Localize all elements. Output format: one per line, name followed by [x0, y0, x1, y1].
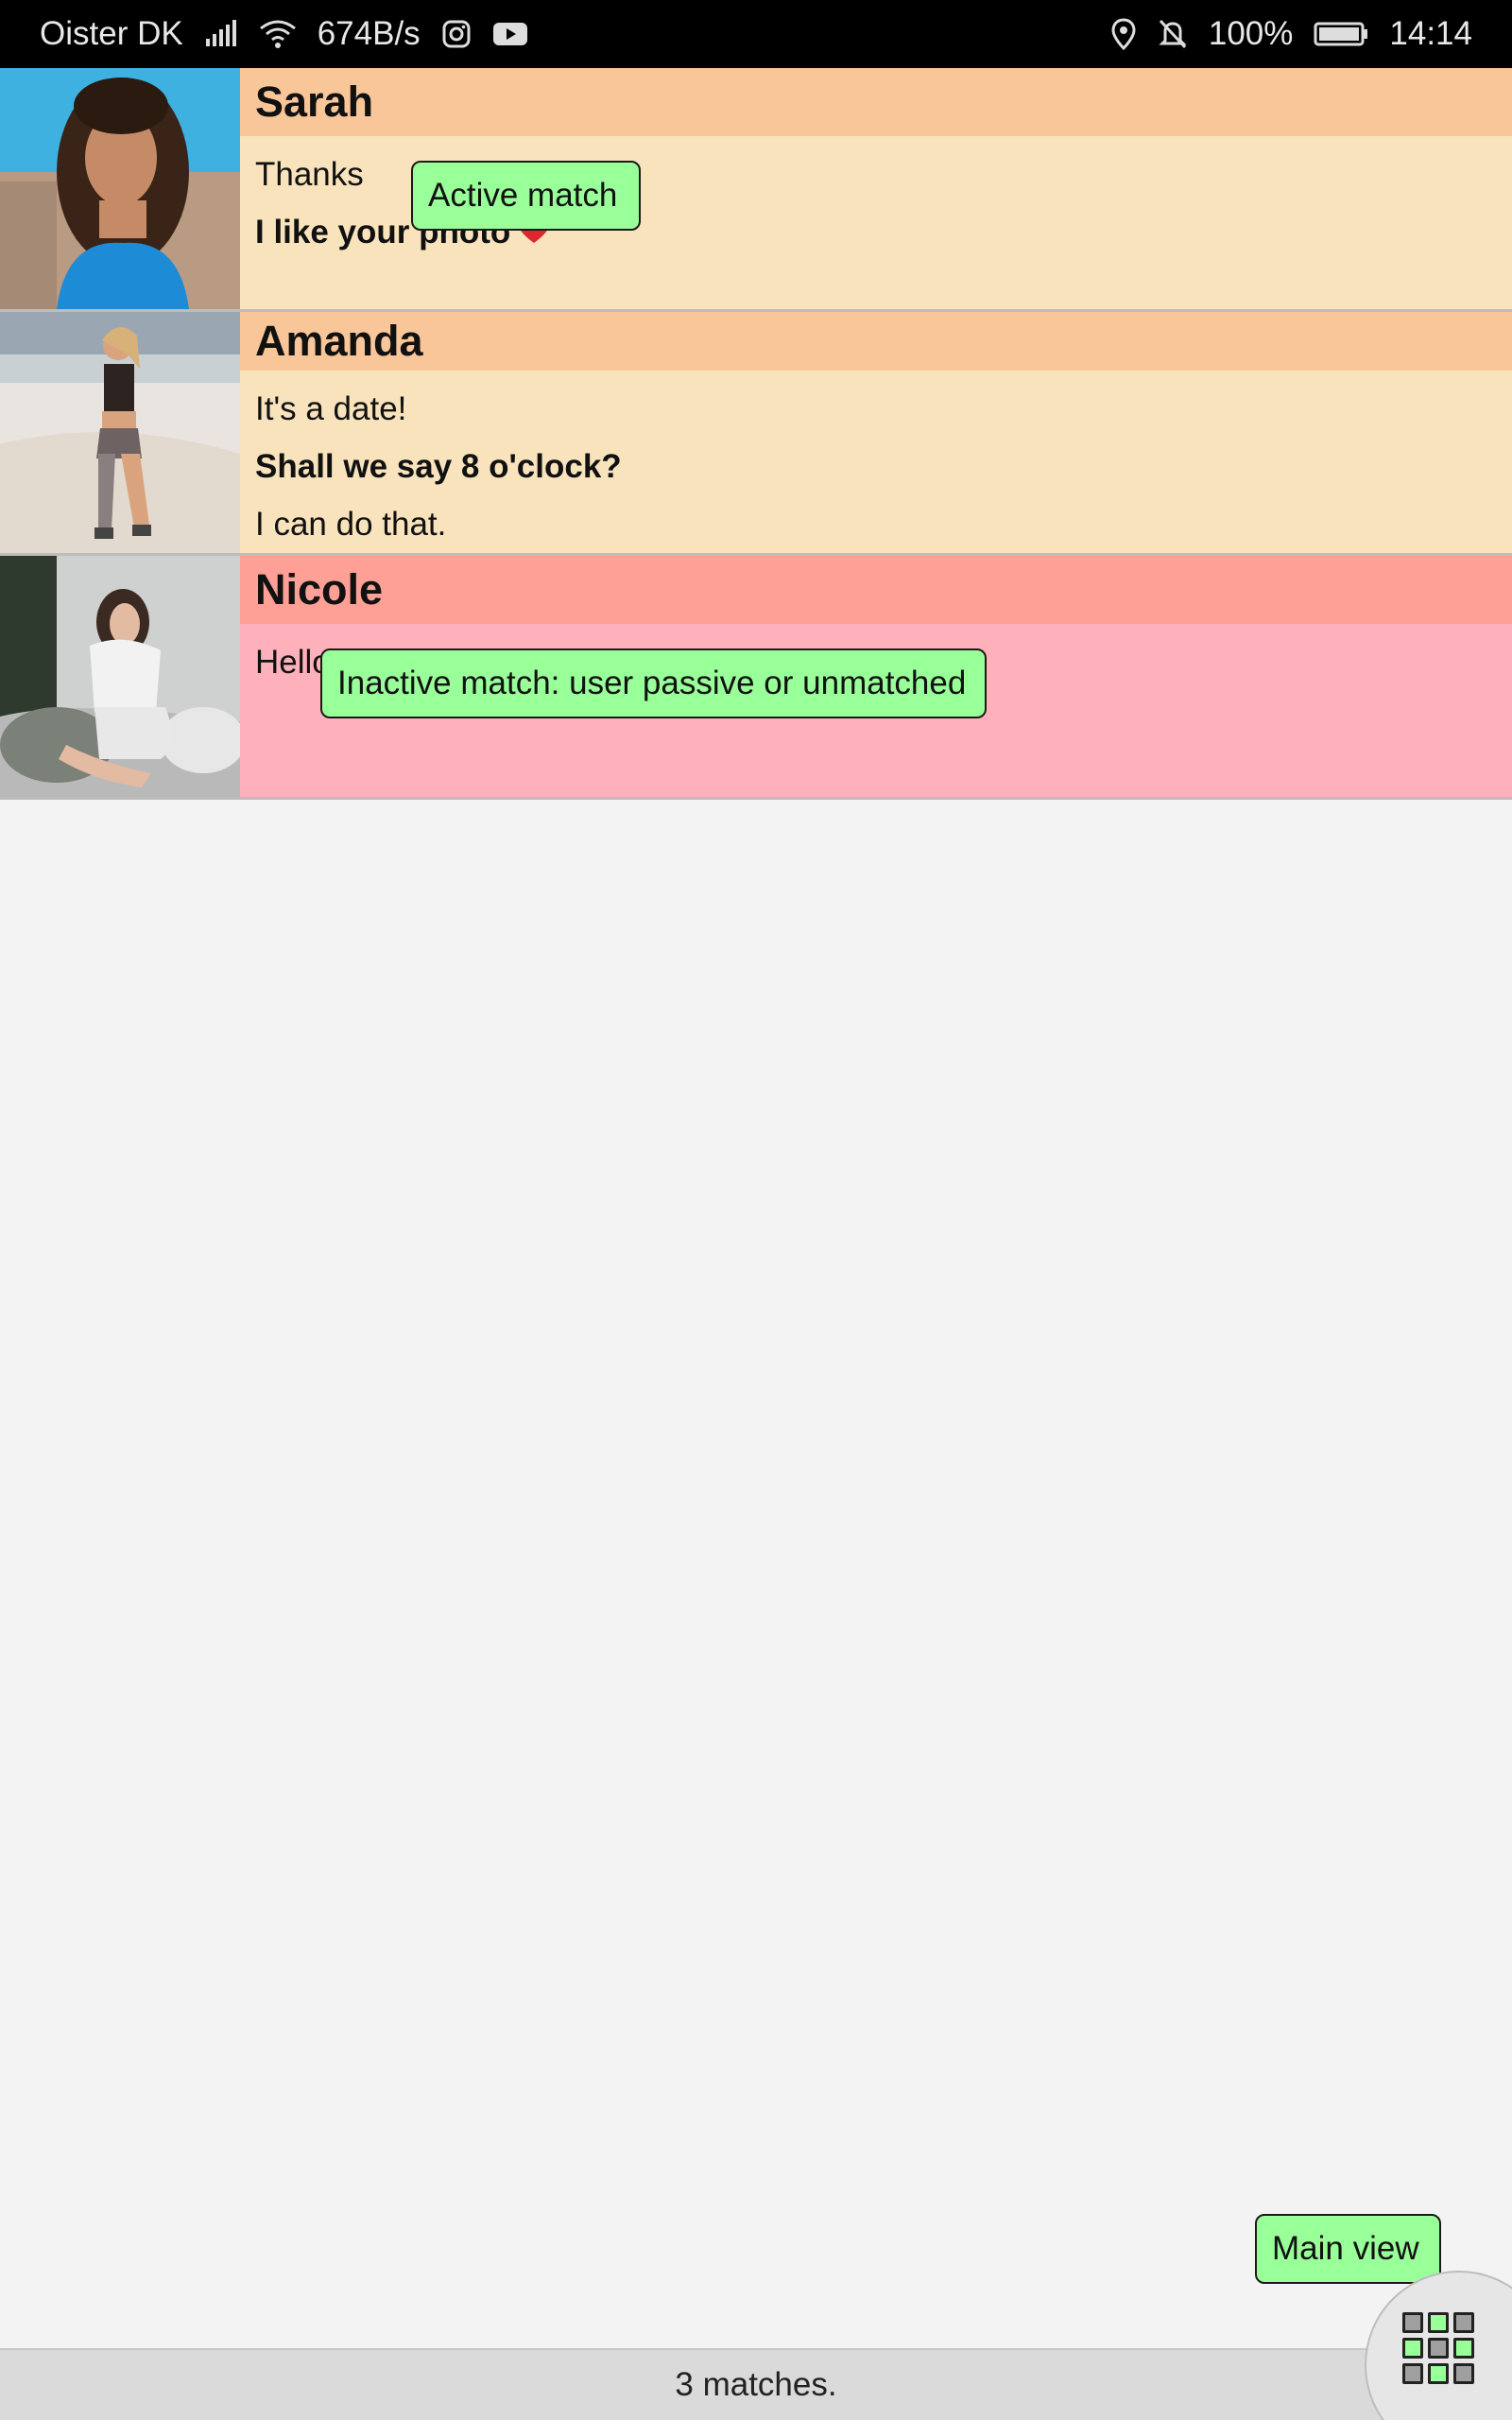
message-text: It's a date! — [255, 390, 407, 427]
message-list: It's a date! Shall we say 8 o'clock? I c… — [240, 371, 1512, 553]
match-content-amanda: Amanda It's a date! Shall we say 8 o'clo… — [240, 312, 1512, 553]
match-name: Nicole — [240, 556, 1512, 624]
battery-icon — [1314, 21, 1368, 47]
status-bar-left: Oister DK 674B/s — [40, 15, 528, 53]
avatar-sarah-image — [0, 68, 240, 309]
youtube-icon — [492, 20, 528, 48]
location-icon — [1110, 18, 1137, 50]
wifi-icon — [259, 19, 297, 49]
avatar-sarah[interactable] — [0, 68, 240, 309]
tooltip-inactive-match: Inactive match: user passive or unmatche… — [320, 648, 987, 718]
match-count: 3 matches. — [675, 2366, 837, 2403]
message-text: Shall we say 8 o'clock? — [255, 448, 622, 485]
battery-percent: 100% — [1208, 15, 1294, 52]
status-bar: Oister DK 674B/s 100% 14:14 — [0, 0, 1512, 68]
carrier-label: Oister DK — [40, 15, 183, 52]
match-row-sarah[interactable]: Sarah Thanks I like your photo — [0, 68, 1512, 312]
signal-icon — [204, 20, 238, 48]
tooltip-active-match: Active match — [411, 161, 641, 231]
avatar-amanda-image — [0, 312, 240, 553]
grid-menu-icon[interactable] — [1402, 2312, 1474, 2384]
bell-muted-icon — [1158, 18, 1188, 50]
match-name: Amanda — [240, 312, 1512, 371]
avatar-nicole-image — [0, 556, 240, 797]
avatar-nicole[interactable] — [0, 556, 240, 797]
clock: 14:14 — [1389, 15, 1472, 52]
match-row-amanda[interactable]: Amanda It's a date! Shall we say 8 o'clo… — [0, 312, 1512, 556]
net-speed-label: 674B/s — [317, 15, 421, 52]
footer-bar: 3 matches. — [0, 2348, 1512, 2420]
message-text: I can do that. — [255, 506, 447, 543]
instagram-icon — [441, 19, 472, 49]
tooltip-main-view: Main view — [1255, 2214, 1441, 2284]
status-bar-right: 100% 14:14 — [1110, 15, 1472, 53]
avatar-amanda[interactable] — [0, 312, 240, 553]
match-name: Sarah — [240, 68, 1512, 136]
